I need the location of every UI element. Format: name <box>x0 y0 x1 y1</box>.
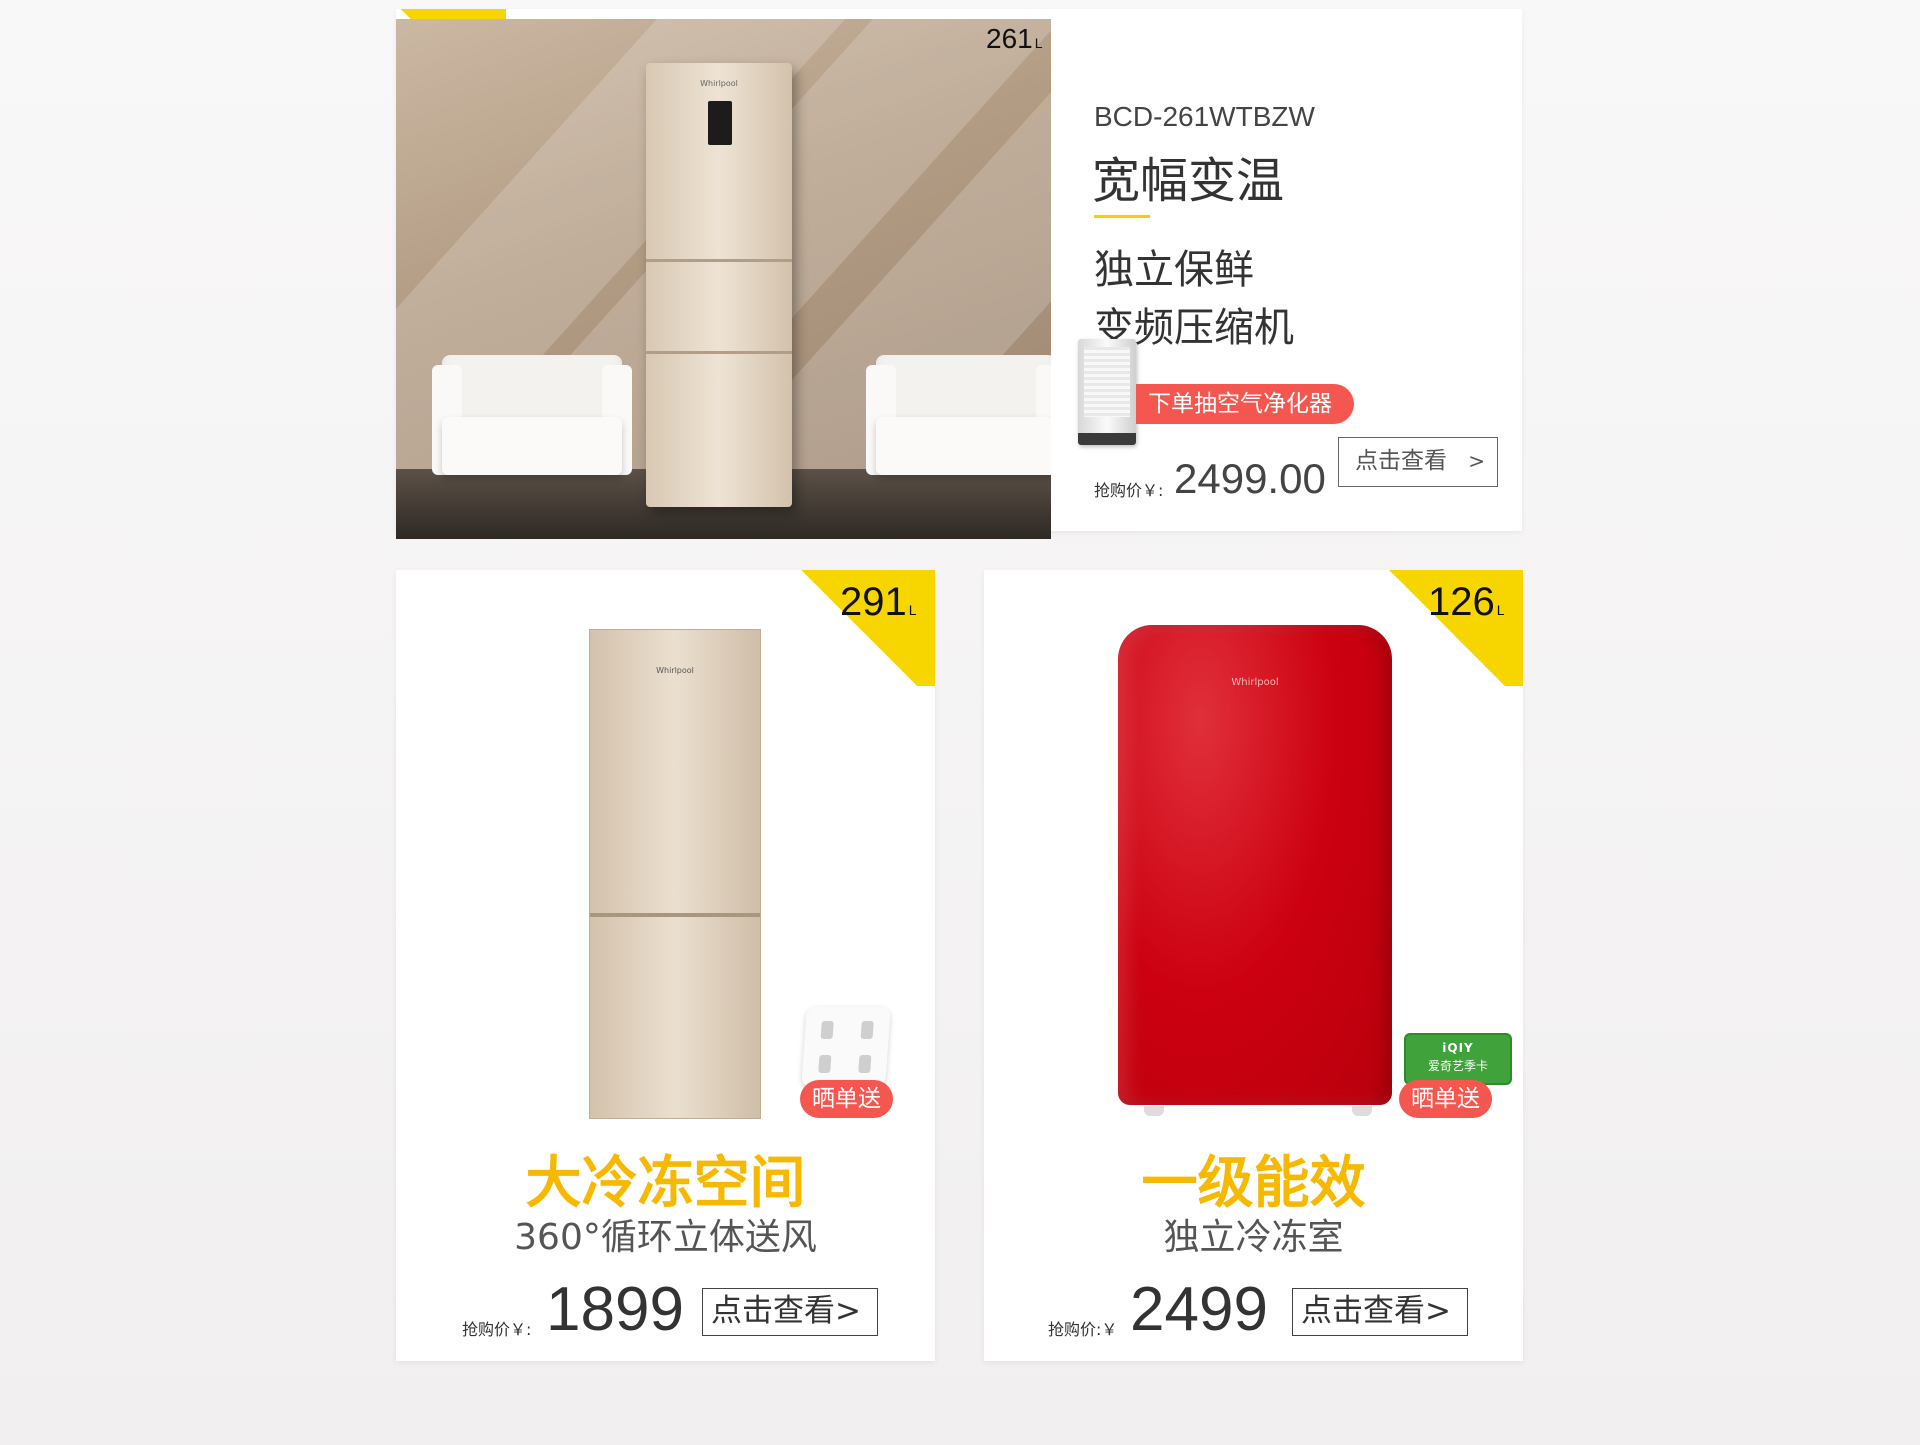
button-label: 点击查看 <box>1355 448 1447 474</box>
product-card-261l[interactable]: Whirlpool 261 L BCD-261WTBZW 宽幅变温 独立保鲜 变频… <box>396 9 1522 539</box>
volume-label: 291 L <box>840 580 917 624</box>
model-number: BCD-261WTBZW <box>1094 101 1315 132</box>
product-headline: 大冷冻空间 <box>525 1151 806 1216</box>
volume-label: 261 L <box>986 23 1043 54</box>
product-subtitle: 360°循环立体送风 <box>514 1217 817 1258</box>
product-headline: 宽幅变温 <box>1092 153 1285 209</box>
view-details-button[interactable]: 点击查看 > <box>1338 437 1498 487</box>
iqiyi-card-gift-badge: iQIY 爱奇艺季卡 <box>1404 1033 1512 1085</box>
product-photo-scene: Whirlpool <box>396 19 1051 539</box>
price-value: 2499 <box>1130 1275 1268 1344</box>
smart-scale-gift-image <box>801 1007 891 1087</box>
feature-line-1: 独立保鲜 <box>1094 247 1254 293</box>
product-subtitle: 独立冷冻室 <box>1163 1217 1344 1258</box>
product-headline: 一级能效 <box>1141 1151 1366 1216</box>
chevron-right-icon: > <box>1468 449 1485 473</box>
gift-badge: 晒单送 <box>1399 1080 1492 1118</box>
view-details-button[interactable]: 点击查看> <box>702 1288 878 1336</box>
price-label: 抢购价:￥ <box>1048 1320 1118 1339</box>
price-label: 抢购价￥: <box>462 1320 532 1339</box>
fridge-291l-image: Whirlpool <box>589 629 761 1119</box>
volume-label: 126 L <box>1428 580 1505 624</box>
fridge-261l-image: Whirlpool <box>646 63 792 507</box>
view-details-button[interactable]: 点击查看> <box>1292 1288 1468 1336</box>
price-value: 2499.00 <box>1174 455 1326 502</box>
price-value: 1899 <box>546 1275 684 1344</box>
price-label: 抢购价￥: <box>1094 481 1164 500</box>
fridge-126l-red-image: Whirlpool <box>1118 625 1392 1105</box>
title-divider <box>1094 215 1150 218</box>
iqiyi-logo-icon: iQIY <box>1442 1041 1474 1055</box>
air-purifier-image <box>1078 339 1136 445</box>
gift-badge: 晒单送 <box>800 1080 893 1118</box>
gift-badge: 下单抽空气净化器 <box>1136 384 1354 424</box>
armchair-left <box>432 355 632 495</box>
armchair-right <box>866 355 1051 495</box>
product-card-126l[interactable]: 126 L Whirlpool iQIY 爱奇艺季卡 晒单送 一级能效 独立冷冻室… <box>984 570 1523 1361</box>
product-card-291l[interactable]: 291 L Whirlpool 晒单送 大冷冻空间 360°循环立体送风 抢购价￥… <box>396 570 935 1361</box>
